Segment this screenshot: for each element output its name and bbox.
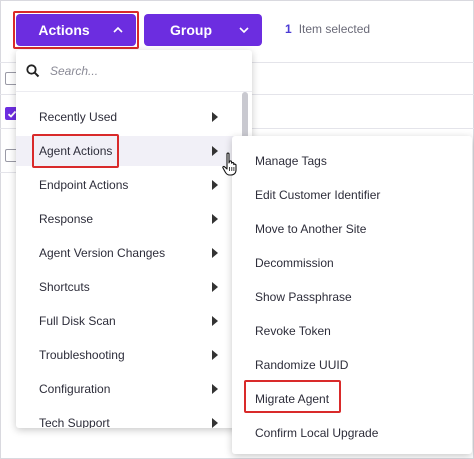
submenu-item-confirm-local-upgrade[interactable]: Confirm Local Upgrade (232, 418, 472, 448)
menu-item-configuration[interactable]: Configuration (16, 374, 238, 404)
menu-item-label: Recently Used (39, 110, 118, 124)
submenu-item-label: Move to Another Site (255, 222, 367, 236)
menu-item-full-disk-scan[interactable]: Full Disk Scan (16, 306, 238, 336)
caret-right-icon (212, 282, 218, 292)
chevron-down-icon (239, 27, 249, 34)
menu-item-label: Full Disk Scan (39, 314, 116, 328)
group-button[interactable]: Group (144, 14, 262, 46)
menu-item-label: Agent Actions (39, 144, 113, 158)
caret-right-icon (212, 112, 218, 122)
menu-item-agent-actions[interactable]: Agent Actions (16, 136, 238, 166)
selected-text: Item selected (298, 22, 371, 36)
selection-status: 1 Item selected (285, 22, 370, 36)
submenu-item-label: Migrate Agent (255, 392, 330, 406)
menu-item-agent-version-changes[interactable]: Agent Version Changes (16, 238, 238, 268)
menu-item-label: Agent Version Changes (39, 246, 166, 260)
menu-item-troubleshooting[interactable]: Troubleshooting (16, 340, 238, 370)
menu-item-label: Shortcuts (39, 280, 90, 294)
submenu-item-label: Manage Tags (255, 154, 327, 168)
menu-item-tech-support[interactable]: Tech Support (16, 408, 238, 428)
menu-item-label: Configuration (39, 382, 111, 396)
menu-item-label: Endpoint Actions (39, 178, 129, 192)
caret-right-icon (212, 248, 218, 258)
menu-item-recently-used[interactable]: Recently Used (16, 102, 238, 132)
submenu-item-label: Revoke Token (255, 324, 331, 338)
menu-search-input[interactable] (50, 60, 230, 82)
group-button-label: Group (170, 22, 212, 38)
selected-count: 1 (285, 22, 292, 36)
menu-search-row (16, 50, 252, 92)
submenu-item-label: Confirm Local Upgrade (255, 426, 379, 440)
submenu-item-move-to-another-site[interactable]: Move to Another Site (232, 214, 472, 244)
agent-actions-submenu: Manage Tags Edit Customer Identifier Mov… (232, 136, 472, 454)
submenu-item-label: Show Passphrase (255, 290, 352, 304)
submenu-item-manage-tags[interactable]: Manage Tags (232, 146, 472, 176)
chevron-up-icon (113, 26, 123, 33)
submenu-item-edit-customer-identifier[interactable]: Edit Customer Identifier (232, 180, 472, 210)
caret-right-icon (212, 384, 218, 394)
menu-item-shortcuts[interactable]: Shortcuts (16, 272, 238, 302)
caret-right-icon (212, 214, 218, 224)
submenu-item-migrate-agent[interactable]: Migrate Agent (232, 384, 472, 414)
submenu-item-label: Edit Customer Identifier (255, 188, 381, 202)
menu-item-label: Troubleshooting (39, 348, 125, 362)
submenu-item-label: Decommission (255, 256, 334, 270)
submenu-item-revoke-token[interactable]: Revoke Token (232, 316, 472, 346)
submenu-item-randomize-uuid[interactable]: Randomize UUID (232, 350, 472, 380)
caret-right-icon (212, 350, 218, 360)
caret-right-icon (212, 418, 218, 428)
hand-pointer-icon (222, 152, 237, 176)
submenu-item-show-passphrase[interactable]: Show Passphrase (232, 282, 472, 312)
caret-right-icon (212, 180, 218, 190)
submenu-item-decommission[interactable]: Decommission (232, 248, 472, 278)
menu-item-label: Tech Support (39, 416, 110, 428)
menu-item-endpoint-actions[interactable]: Endpoint Actions (16, 170, 238, 200)
caret-right-icon (212, 316, 218, 326)
actions-button[interactable]: Actions (16, 14, 136, 46)
menu-item-label: Response (39, 212, 94, 226)
menu-item-response[interactable]: Response (16, 204, 238, 234)
actions-button-label: Actions (38, 22, 90, 38)
search-icon (26, 64, 40, 78)
caret-right-icon (212, 146, 218, 156)
submenu-item-label: Randomize UUID (255, 358, 349, 372)
actions-dropdown-menu: Recently Used Agent Actions Endpoint Act… (16, 50, 252, 428)
